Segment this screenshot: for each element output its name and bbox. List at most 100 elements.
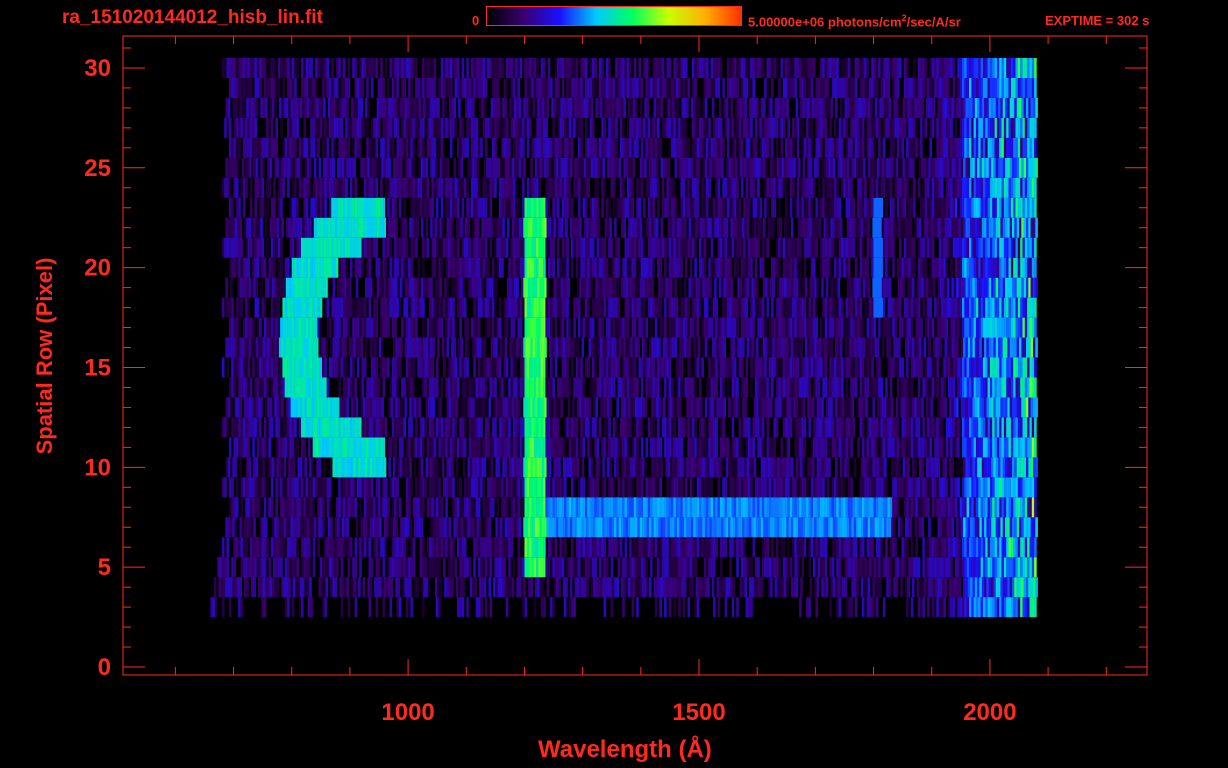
heatmap-cell — [924, 497, 928, 518]
heatmap-cell — [285, 577, 289, 598]
heatmap-cell — [813, 497, 816, 518]
heatmap-cell — [624, 477, 628, 498]
heatmap-cell — [476, 457, 480, 478]
heatmap-cell — [751, 577, 754, 598]
heatmap-cell — [232, 517, 235, 538]
heatmap-cell — [347, 297, 351, 318]
heatmap-cell — [375, 357, 379, 378]
heatmap-cell — [785, 317, 788, 338]
heatmap-cell — [838, 297, 842, 318]
heatmap-cell — [1017, 537, 1021, 558]
heatmap-cell — [980, 377, 984, 398]
heatmap-cell — [637, 277, 640, 298]
heatmap-cell — [666, 357, 669, 378]
heatmap-cell — [541, 337, 545, 358]
heatmap-cell — [841, 417, 844, 438]
heatmap-cell — [417, 357, 420, 378]
heatmap-cell — [964, 437, 967, 458]
heatmap-cell — [280, 357, 283, 378]
heatmap-cell — [895, 457, 899, 478]
heatmap-cell — [903, 497, 907, 518]
heatmap-cell — [682, 377, 686, 398]
heatmap-cell — [977, 337, 980, 358]
heatmap-cell — [863, 277, 866, 298]
heatmap-cell — [537, 277, 540, 298]
heatmap-cell — [957, 317, 960, 338]
heatmap-cell — [475, 437, 479, 458]
heatmap-cell — [774, 577, 778, 598]
heatmap-cell — [671, 377, 674, 398]
heatmap-cell — [849, 517, 852, 538]
heatmap-cell — [305, 477, 309, 498]
heatmap-cell — [754, 417, 758, 438]
heatmap-cell — [820, 357, 823, 378]
heatmap-cell — [1006, 477, 1009, 498]
heatmap-cell — [813, 477, 816, 498]
heatmap-cell — [759, 477, 763, 498]
heatmap-cell — [770, 277, 773, 298]
heatmap-cell — [837, 337, 841, 358]
heatmap-cell — [693, 337, 696, 358]
heatmap-cell — [291, 537, 295, 558]
heatmap-cell — [603, 437, 607, 458]
heatmap-cell — [440, 437, 444, 458]
heatmap-cell — [685, 497, 688, 518]
heatmap-cell — [941, 537, 944, 558]
heatmap-cell — [820, 317, 823, 338]
heatmap-cell — [287, 297, 290, 318]
heatmap-cell — [673, 297, 676, 318]
heatmap-cell — [770, 577, 773, 598]
heatmap-cell — [241, 277, 245, 298]
heatmap-cell — [764, 317, 767, 338]
heatmap-cell — [444, 577, 447, 598]
heatmap-cell — [887, 357, 891, 378]
heatmap-cell — [723, 277, 726, 298]
heatmap-cell — [408, 317, 411, 338]
heatmap-cell — [590, 337, 594, 358]
heatmap-cell — [667, 277, 671, 298]
heatmap-cell — [646, 577, 650, 598]
heatmap-cell — [503, 357, 507, 378]
heatmap-cell — [287, 437, 290, 458]
heatmap-cell — [941, 437, 944, 458]
heatmap-cell — [882, 557, 886, 578]
heatmap-cell — [910, 297, 914, 318]
heatmap-cell — [977, 457, 980, 478]
heatmap-cell — [724, 597, 728, 618]
heatmap-cell — [849, 277, 852, 298]
heatmap-cell — [308, 437, 311, 458]
heatmap-cell — [515, 357, 518, 378]
heatmap-cell — [963, 457, 966, 478]
heatmap-cell — [562, 277, 566, 298]
heatmap-cell — [643, 357, 646, 378]
heatmap-cell — [326, 477, 330, 498]
heatmap-cell — [713, 317, 716, 338]
heatmap-cell — [342, 357, 346, 378]
heatmap-cell — [921, 577, 924, 598]
heatmap-cell — [539, 457, 543, 478]
heatmap-cell — [409, 517, 412, 538]
heatmap-cell — [341, 277, 345, 298]
heatmap-cell — [403, 557, 406, 578]
heatmap-cell — [546, 277, 550, 298]
heatmap-cell — [255, 397, 259, 418]
heatmap-cell — [640, 497, 644, 518]
heatmap-cell — [401, 537, 404, 558]
heatmap-cell — [319, 477, 323, 498]
heatmap-cell — [1006, 417, 1009, 438]
heatmap-cell — [768, 557, 772, 578]
heatmap-cell — [1010, 497, 1014, 518]
heatmap-cell — [303, 537, 306, 558]
heatmap-cell — [687, 557, 690, 578]
heatmap-cell — [273, 417, 276, 438]
heatmap-cell — [841, 477, 844, 498]
heatmap-cell — [1001, 297, 1005, 318]
heatmap-cell — [915, 557, 918, 578]
heatmap-cell — [317, 297, 320, 318]
heatmap-cell — [261, 257, 265, 278]
heatmap-cell — [558, 517, 561, 538]
heatmap-cell — [466, 497, 469, 518]
heatmap-cell — [312, 417, 316, 438]
heatmap-cell — [615, 497, 618, 518]
heatmap-cell — [709, 457, 713, 478]
